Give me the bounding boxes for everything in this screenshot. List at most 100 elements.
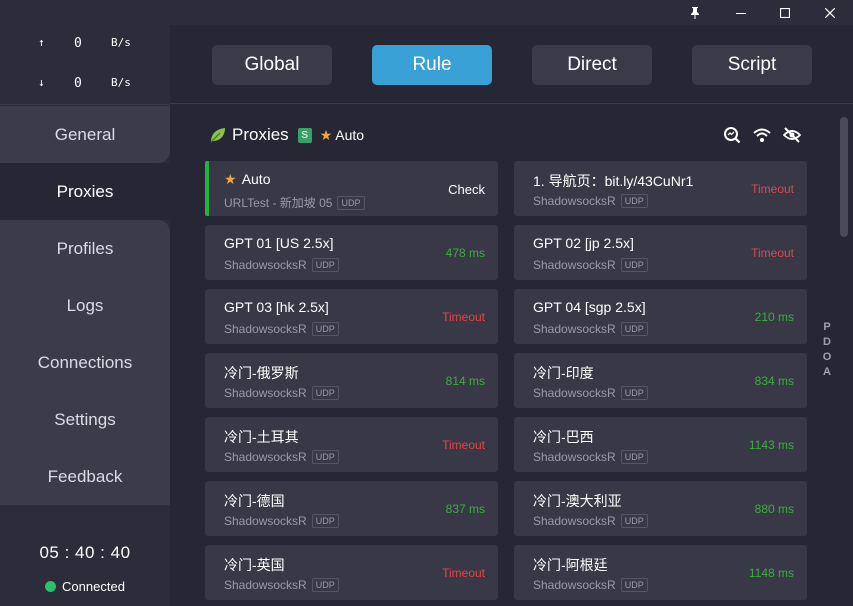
minimize-icon[interactable]	[718, 0, 764, 25]
proxy-card[interactable]: 冷门-土耳其 ShadowsocksR UDP Timeout	[205, 417, 498, 472]
pin-icon[interactable]	[672, 0, 718, 25]
search-latency-icon[interactable]	[722, 125, 742, 145]
proxy-type: ShadowsocksR UDP	[224, 386, 339, 400]
mode-global-button[interactable]: Global	[212, 45, 332, 85]
proxy-type: ShadowsocksR UDP	[533, 194, 648, 208]
proxy-delay[interactable]: 814 ms	[446, 374, 485, 388]
upload-unit: B/s	[111, 36, 131, 49]
proxy-type-text: ShadowsocksR	[533, 194, 616, 208]
proxy-type: ShadowsocksR UDP	[224, 450, 339, 464]
proxy-delay[interactable]: Timeout	[442, 566, 485, 580]
proxy-group-header[interactable]: Proxies S ★ Auto	[208, 123, 364, 147]
star-icon: ★	[319, 126, 333, 143]
eye-slash-icon[interactable]	[782, 125, 802, 145]
proxy-delay[interactable]: Timeout	[442, 310, 485, 324]
proxy-name: 冷门-德国	[224, 493, 285, 509]
proxy-card[interactable]: 冷门-俄罗斯 ShadowsocksR UDP 814 ms	[205, 353, 498, 408]
traffic-monitor: ↑ 0 B/s ↓ 0 B/s	[0, 25, 170, 105]
proxy-card[interactable]: GPT 02 [jp 2.5x] ShadowsocksR UDP Timeout	[514, 225, 807, 280]
proxy-delay[interactable]: 1143 ms	[749, 438, 794, 452]
proxy-delay[interactable]: 834 ms	[755, 374, 794, 388]
sidebar: ↑ 0 B/s ↓ 0 B/s General Proxies Profiles…	[0, 25, 170, 606]
wifi-icon[interactable]	[752, 125, 772, 145]
proxy-name: 冷门-阿根廷	[533, 557, 608, 573]
group-current-selection: Auto	[335, 127, 365, 143]
udp-badge: UDP	[620, 386, 648, 400]
download-speed: ↓ 0 B/s	[0, 76, 170, 96]
proxy-type: ShadowsocksR UDP	[533, 322, 648, 336]
side-letter-d[interactable]: D	[821, 336, 833, 351]
proxy-name: GPT 03 [hk 2.5x]	[224, 299, 329, 315]
proxy-card[interactable]: 冷门-德国 ShadowsocksR UDP 837 ms	[205, 481, 498, 536]
proxy-card[interactable]: GPT 01 [US 2.5x] ShadowsocksR UDP 478 ms	[205, 225, 498, 280]
proxy-type-text: ShadowsocksR	[224, 450, 307, 464]
side-letter-p[interactable]: P	[821, 321, 833, 336]
sidebar-item-logs[interactable]: Logs	[0, 277, 170, 334]
scrollbar-thumb[interactable]	[840, 117, 848, 237]
udp-badge: UDP	[620, 258, 648, 272]
mode-direct-button[interactable]: Direct	[532, 45, 652, 85]
proxy-card[interactable]: 冷门-巴西 ShadowsocksR UDP 1143 ms	[514, 417, 807, 472]
proxy-delay[interactable]: 478 ms	[446, 246, 485, 260]
proxy-name: GPT 04 [sgp 2.5x]	[533, 299, 646, 315]
proxy-card-auto[interactable]: ★ Auto URLTest - 新加坡 05 UDP Check	[205, 161, 498, 216]
sidebar-item-profiles[interactable]: Profiles	[0, 220, 170, 277]
side-letter-a[interactable]: A	[821, 366, 833, 381]
upload-value: 0	[74, 36, 82, 51]
upload-arrow-icon: ↑	[38, 36, 45, 49]
mode-rule-button[interactable]: Rule	[372, 45, 492, 85]
proxy-delay[interactable]: 1148 ms	[749, 566, 794, 580]
proxy-card[interactable]: 冷门-澳大利亚 ShadowsocksR UDP 880 ms	[514, 481, 807, 536]
udp-badge: UDP	[337, 195, 365, 210]
proxy-delay[interactable]: 210 ms	[755, 310, 794, 324]
udp-badge: UDP	[620, 194, 648, 208]
proxy-card[interactable]: GPT 04 [sgp 2.5x] ShadowsocksR UDP 210 ms	[514, 289, 807, 344]
proxy-type: ShadowsocksR UDP	[533, 386, 648, 400]
proxy-delay[interactable]: Timeout	[751, 246, 794, 260]
proxy-type: ShadowsocksR UDP	[224, 514, 339, 528]
maximize-icon[interactable]	[762, 0, 808, 25]
status-dot-icon	[45, 581, 57, 592]
proxy-type-text: ShadowsocksR	[533, 386, 616, 400]
udp-badge: UDP	[311, 386, 339, 400]
proxy-type: ShadowsocksR UDP	[533, 258, 648, 272]
proxy-card[interactable]: GPT 03 [hk 2.5x] ShadowsocksR UDP Timeout	[205, 289, 498, 344]
proxy-card[interactable]: 冷门-阿根廷 ShadowsocksR UDP 1148 ms	[514, 545, 807, 600]
side-letter-o[interactable]: O	[821, 351, 833, 366]
proxy-type: ShadowsocksR UDP	[533, 514, 648, 528]
download-arrow-icon: ↓	[38, 76, 45, 89]
proxy-type-text: ShadowsocksR	[224, 322, 307, 336]
check-button[interactable]: Check	[448, 182, 485, 197]
connection-status[interactable]: Connected	[0, 579, 170, 594]
proxy-delay[interactable]: 837 ms	[446, 502, 485, 516]
sidebar-footer: 05 : 40 : 40 Connected	[0, 504, 170, 606]
sidebar-item-feedback[interactable]: Feedback	[0, 448, 170, 505]
proxy-card[interactable]: 1. 导航页：bit.ly/43CuNr1 ShadowsocksR UDP Ti…	[514, 161, 807, 216]
group-type-badge: S	[297, 127, 312, 143]
sidebar-item-settings[interactable]: Settings	[0, 391, 170, 448]
proxy-delay[interactable]: Timeout	[751, 182, 794, 196]
udp-badge: UDP	[311, 322, 339, 336]
sidebar-item-proxies[interactable]: Proxies	[0, 163, 170, 220]
proxy-type-text: ShadowsocksR	[224, 386, 307, 400]
proxy-type-text: ShadowsocksR	[533, 258, 616, 272]
mode-selector: Global Rule Direct Script	[170, 25, 853, 104]
proxy-delay[interactable]: Timeout	[442, 438, 485, 452]
proxy-card[interactable]: 冷门-英国 ShadowsocksR UDP Timeout	[205, 545, 498, 600]
proxy-name: GPT 01 [US 2.5x]	[224, 235, 334, 251]
proxy-type-text: URLTest - 新加坡 05	[224, 196, 333, 210]
udp-badge: UDP	[311, 514, 339, 528]
proxy-name-text: Auto	[241, 171, 271, 187]
sidebar-item-connections[interactable]: Connections	[0, 334, 170, 391]
udp-badge: UDP	[620, 450, 648, 464]
close-icon[interactable]	[807, 0, 853, 25]
proxy-group-actions	[722, 125, 802, 145]
proxy-name: GPT 02 [jp 2.5x]	[533, 235, 634, 251]
proxy-card[interactable]: 冷门-印度 ShadowsocksR UDP 834 ms	[514, 353, 807, 408]
proxy-delay[interactable]: 880 ms	[755, 502, 794, 516]
proxy-type: ShadowsocksR UDP	[533, 450, 648, 464]
sidebar-item-general[interactable]: General	[0, 106, 170, 163]
status-label: Connected	[62, 579, 125, 594]
mode-script-button[interactable]: Script	[692, 45, 812, 85]
proxy-type-text: ShadowsocksR	[533, 450, 616, 464]
